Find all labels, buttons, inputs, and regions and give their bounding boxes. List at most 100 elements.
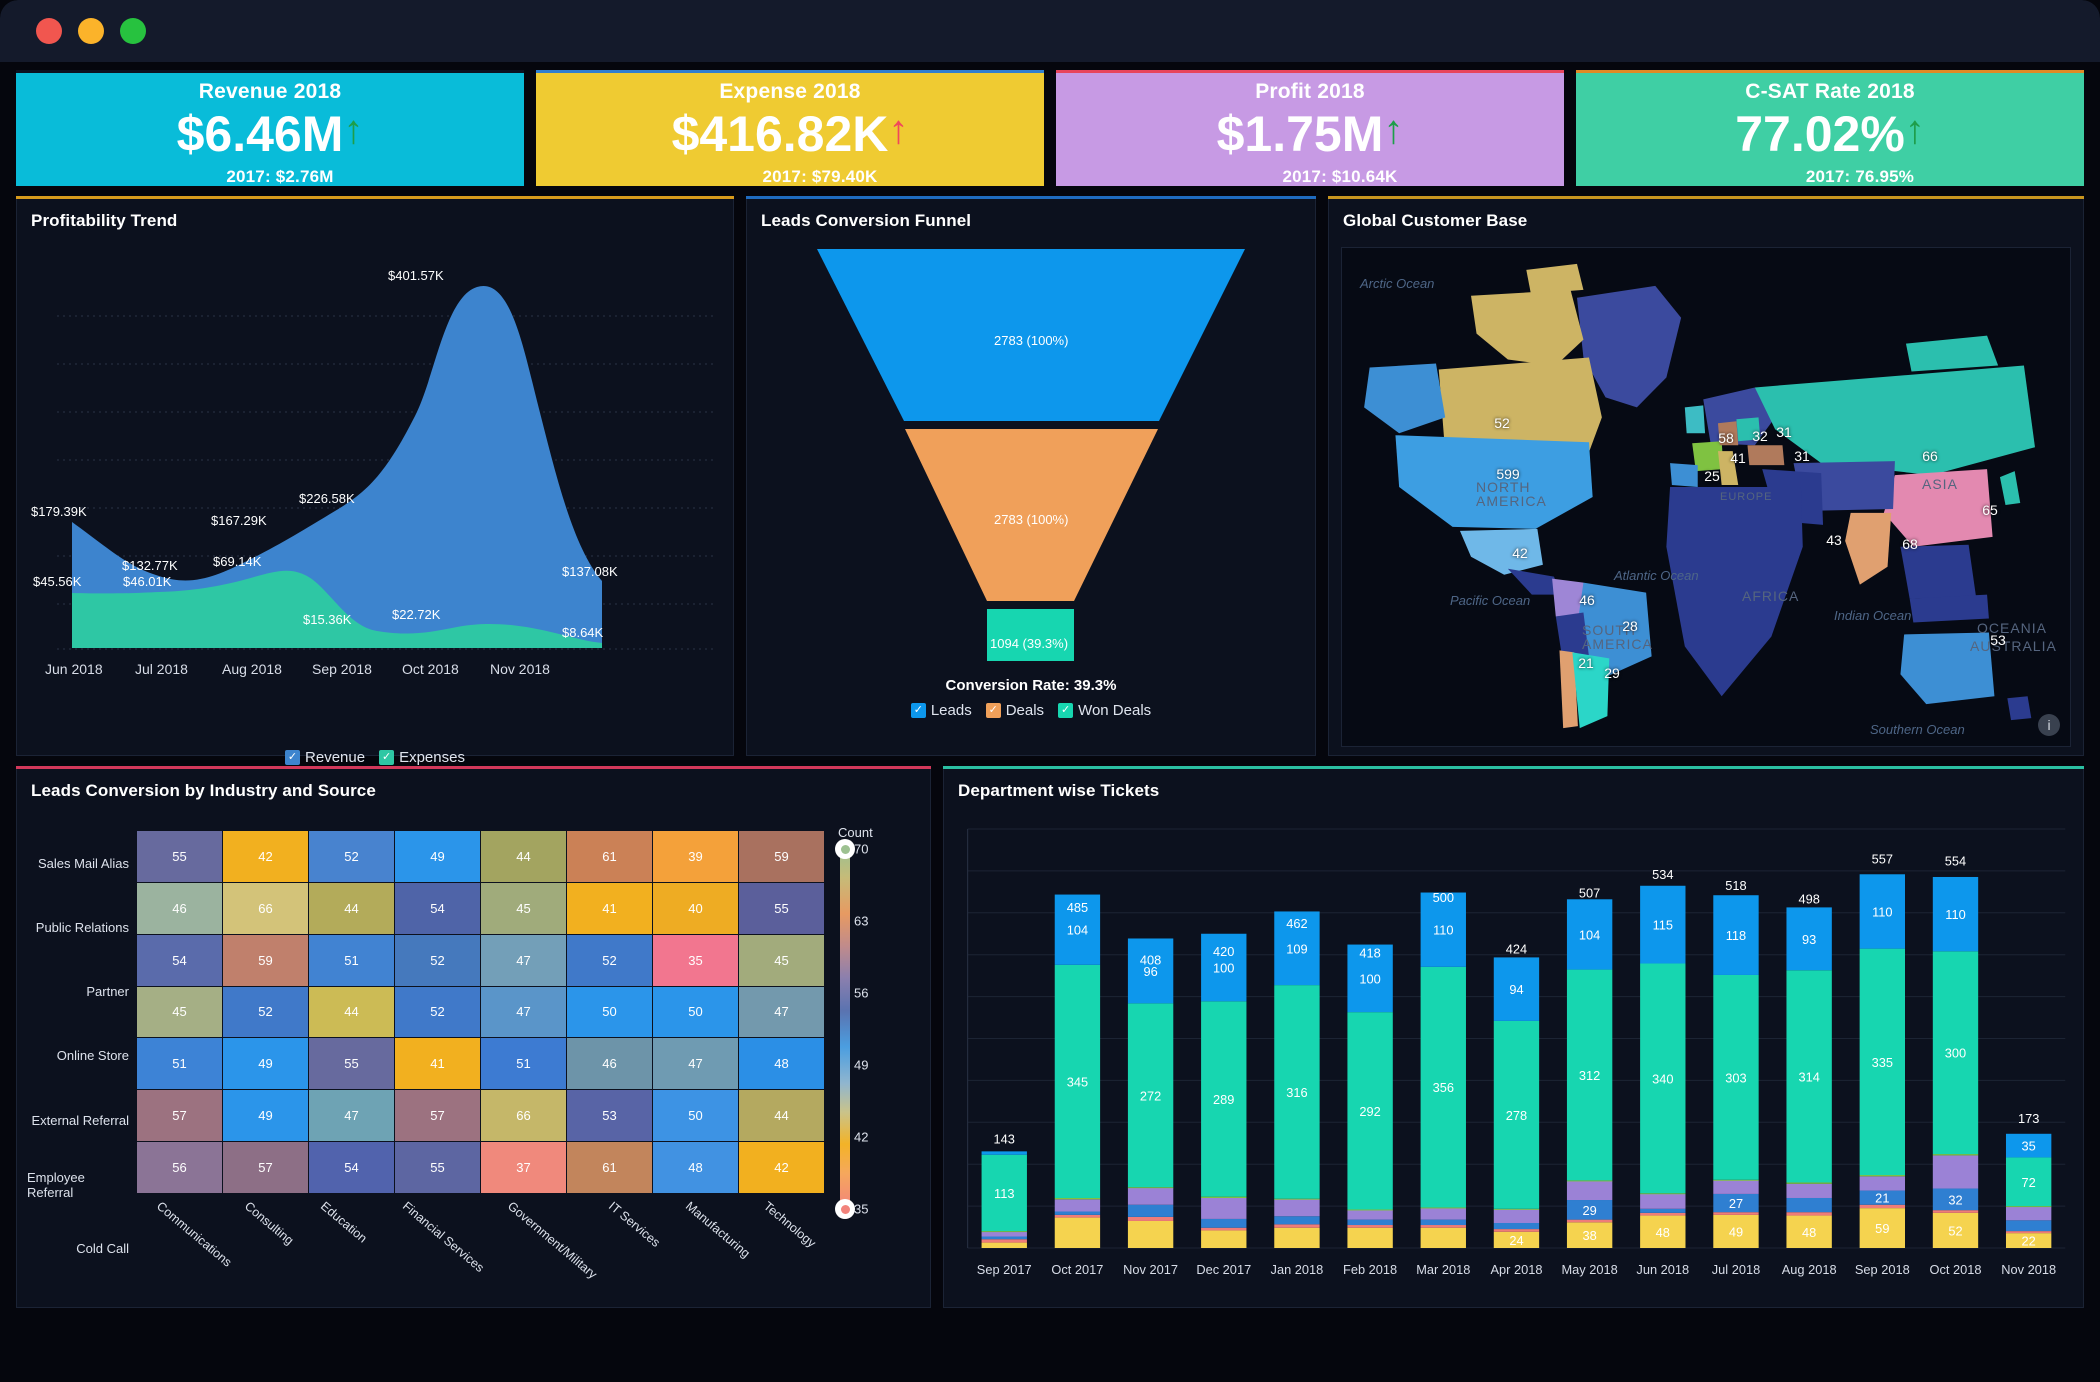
bar-segment[interactable] [1493,1208,1540,1210]
heatmap-cell[interactable]: 55 [309,1038,394,1090]
bar-segment[interactable] [1054,1199,1101,1212]
heatmap-cell[interactable]: 37 [481,1142,566,1193]
heatmap-cell[interactable]: 55 [739,882,824,934]
bar-segment[interactable] [1347,1210,1393,1220]
bar-segment[interactable] [1786,1182,1832,1184]
minimize-window-button[interactable] [78,18,104,44]
heatmap-cell[interactable]: 44 [309,882,394,934]
heatmap[interactable]: Sales Mail Alias Public Relations Partne… [17,801,930,1282]
heatmap-cell[interactable]: 42 [739,1142,824,1193]
legend-item-won-deals[interactable]: ✓ Won Deals [1058,702,1151,719]
bar-segment[interactable] [981,1231,1027,1237]
bar-segment[interactable] [1274,1224,1320,1228]
heatmap-cell[interactable]: 52 [395,986,480,1038]
heatmap-cell[interactable]: 55 [395,1142,480,1193]
bar-segment[interactable] [981,1242,1027,1248]
legend-item-expenses[interactable]: ✓ Expenses [379,749,465,766]
heatmap-cell[interactable]: 49 [395,831,480,882]
bar-segment[interactable] [1566,1180,1613,1182]
bar-segment[interactable] [1566,1181,1613,1201]
bar-segment[interactable] [1201,1196,1247,1198]
heatmap-cell[interactable]: 59 [223,934,308,986]
heatmap-cell[interactable]: 47 [739,986,824,1038]
bar-segment[interactable] [981,1231,1027,1233]
bar-segment[interactable] [1859,1175,1906,1177]
map-region-new-zealand[interactable] [2007,696,2032,721]
checkbox-checked-icon[interactable]: ✓ [985,703,1001,718]
colorbar-handle-min[interactable] [835,1199,855,1219]
heatmap-cell[interactable]: 57 [395,1090,480,1142]
bar-segment[interactable] [1347,1219,1393,1226]
bar-segment[interactable] [1420,1219,1466,1226]
heatmap-cell[interactable]: 47 [481,986,566,1038]
map-region-southeast-asia[interactable] [1900,544,1977,599]
heatmap-cell[interactable]: 41 [395,1038,480,1090]
heatmap-cell[interactable]: 55 [137,831,222,882]
bar-segment[interactable] [1347,1209,1393,1211]
heatmap-cell[interactable]: 57 [137,1090,222,1142]
heatmap-cell[interactable]: 40 [653,882,738,934]
bar-segment[interactable] [1493,1209,1540,1223]
bar-segment[interactable] [1054,1217,1101,1248]
bar-segment[interactable] [1201,1197,1247,1219]
bar-segment[interactable] [1932,1210,1979,1213]
heatmap-cell[interactable]: 45 [481,882,566,934]
colorbar-handle-max[interactable] [835,839,855,859]
heatmap-cell[interactable]: 59 [739,831,824,882]
heatmap-cell[interactable]: 47 [309,1090,394,1142]
kpi-card-profit[interactable]: Profit 2018 $1.75M ↑ 2017: $10.64K [1056,70,1564,186]
bar-segment[interactable] [1493,1222,1540,1230]
heatmap-cell[interactable]: 45 [137,986,222,1038]
heatmap-cell[interactable]: 50 [653,986,738,1038]
heatmap-cell[interactable]: 44 [481,831,566,882]
heatmap-cell[interactable]: 47 [653,1038,738,1090]
heatmap-cell[interactable]: 54 [309,1142,394,1193]
heatmap-cell[interactable]: 53 [567,1090,652,1142]
bar-segment[interactable] [981,1151,1027,1155]
heatmap-cell[interactable]: 46 [137,882,222,934]
bar-segment[interactable] [1274,1216,1320,1225]
bar-segment[interactable] [1201,1230,1247,1248]
bar-segment[interactable] [2005,1206,2052,1208]
map-region-spain[interactable] [1670,463,1698,488]
bar-segment[interactable] [1127,1187,1174,1189]
map-region-japan[interactable] [1999,471,2021,505]
world-map[interactable]: Arctic Ocean Pacific Ocean Atlantic Ocea… [1341,247,2071,747]
map-info-icon[interactable]: i [2038,714,2060,736]
heatmap-cell[interactable]: 66 [223,882,308,934]
bar-segment[interactable] [1640,1193,1686,1209]
heatmap-cell[interactable]: 44 [309,986,394,1038]
bar-segment[interactable] [1127,1216,1174,1221]
map-region-russia-north[interactable] [1905,335,1999,372]
heatmap-cell[interactable]: 61 [567,831,652,882]
heatmap-cell[interactable]: 61 [567,1142,652,1193]
heatmap-cell[interactable]: 54 [137,934,222,986]
legend-item-deals[interactable]: ✓ Deals [985,702,1044,719]
map-region-turkey[interactable] [1747,445,1785,466]
heatmap-colorbar[interactable]: Count 70 63 56 49 42 35 [824,823,920,1281]
heatmap-cell[interactable]: 42 [223,831,308,882]
bar-segment[interactable] [2005,1231,2052,1234]
heatmap-cell[interactable]: 44 [739,1090,824,1142]
heatmap-cell[interactable]: 50 [567,986,652,1038]
heatmap-cell[interactable]: 49 [223,1090,308,1142]
map-region-united-kingdom[interactable] [1684,405,1706,434]
map-region-india[interactable] [1845,512,1892,585]
bar-segment[interactable] [981,1239,1027,1243]
bar-segment[interactable] [1713,1179,1759,1181]
kpi-card-revenue[interactable]: Revenue 2018 $6.46M ↑ 2017: $2.76M [16,70,524,186]
heatmap-cell[interactable]: 48 [653,1142,738,1193]
heatmap-cell[interactable]: 45 [739,934,824,986]
maximize-window-button[interactable] [120,18,146,44]
bar-segment[interactable] [1201,1227,1247,1231]
heatmap-cell[interactable]: 46 [567,1038,652,1090]
bar-segment[interactable] [1786,1212,1832,1216]
heatmap-cell[interactable]: 35 [653,934,738,986]
bar-segment[interactable] [1786,1183,1832,1198]
funnel-chart[interactable]: 2783 (100%) 2783 (100%) 1094 (39.3%) [747,231,1315,691]
heatmap-cell[interactable]: 51 [137,1038,222,1090]
bar-segment[interactable] [1493,1229,1540,1232]
checkbox-checked-icon[interactable]: ✓ [910,703,926,718]
bar-segment[interactable] [1127,1220,1174,1248]
map-region-indonesia[interactable] [1909,594,1989,623]
